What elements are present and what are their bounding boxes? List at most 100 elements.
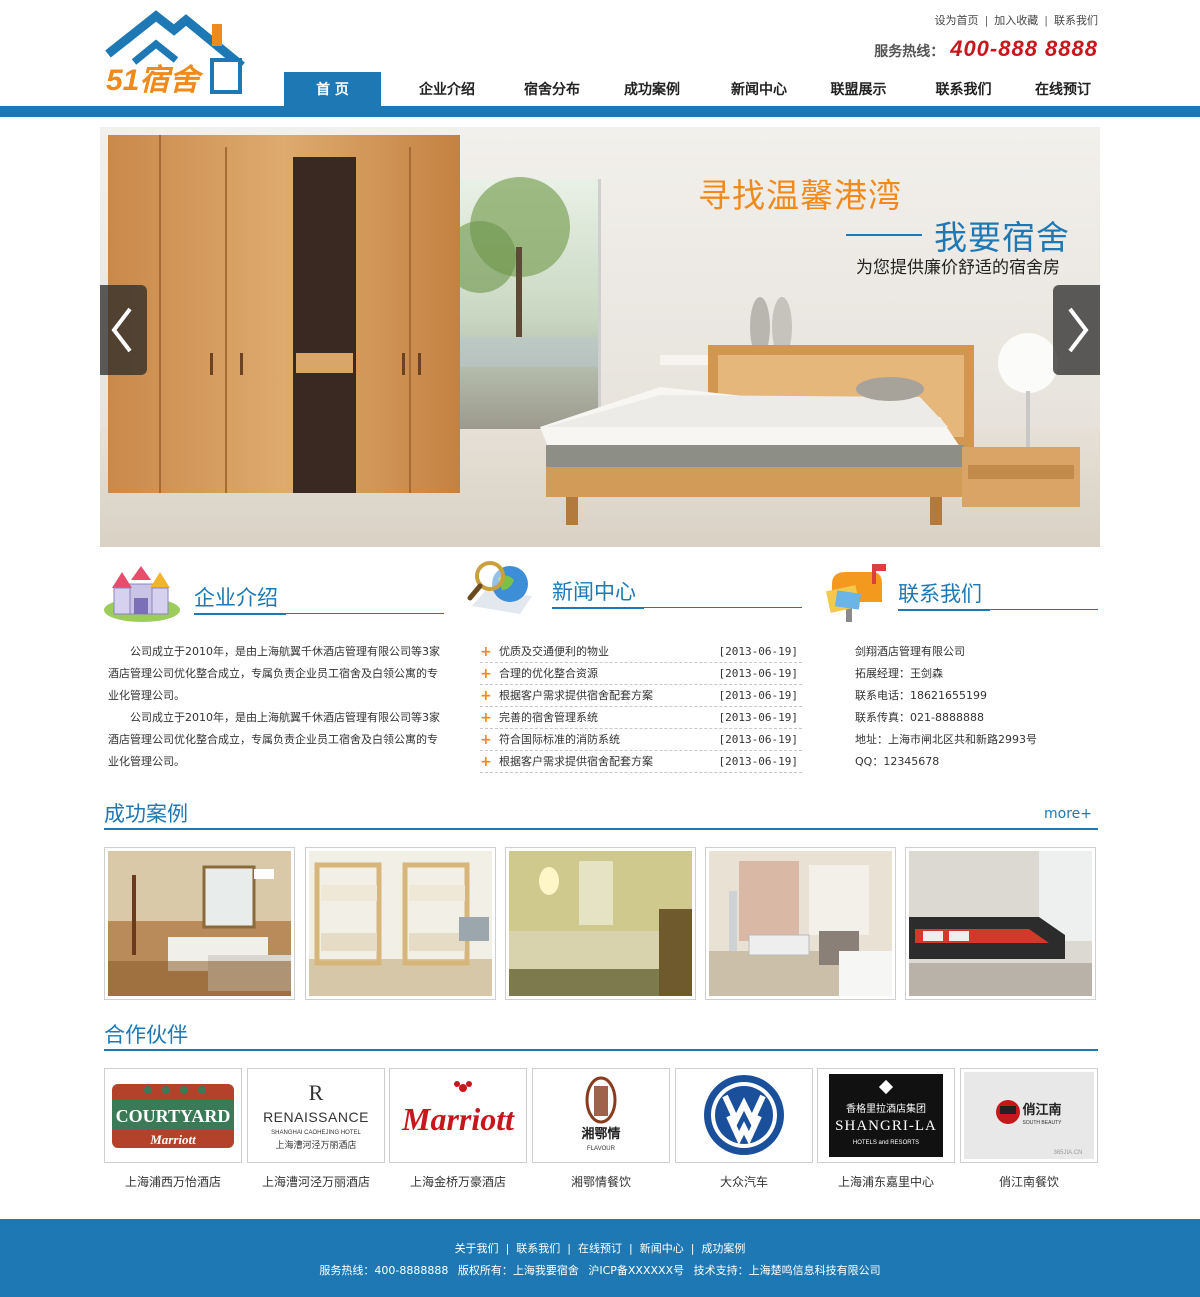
partner-card[interactable]: 俏江南 SOUTH BEAUTY 365JIA.CN 俏江南餐饮 xyxy=(960,1068,1098,1190)
nav-news-center[interactable]: 新闻中心 xyxy=(713,72,805,108)
partner-card[interactable]: Marriott 上海金桥万豪酒店 xyxy=(389,1068,527,1190)
contact-rule xyxy=(990,609,1098,610)
news-item[interactable]: + 优质及交通便利的物业 [2013-06-19] xyxy=(480,641,802,663)
plus-icon: + xyxy=(480,710,492,726)
banner-prev-button[interactable] xyxy=(100,285,147,375)
partner-card[interactable]: 湘鄂情 FLAVOUR 湘鄂情餐饮 xyxy=(532,1068,670,1190)
castle-icon xyxy=(104,566,180,622)
partner-name: 上海漕河泾万丽酒店 xyxy=(261,1175,370,1189)
case-thumbnail[interactable] xyxy=(705,847,896,1000)
case-photo xyxy=(309,851,492,996)
partner-name: 上海浦西万怡酒店 xyxy=(124,1175,221,1189)
nav-success-cases[interactable]: 成功案例 xyxy=(591,72,713,108)
about-content: 公司成立于2010年，是由上海航翼千休酒店管理有限公司等3家酒店管理公司优化整合… xyxy=(108,641,444,773)
contact-company: 剑翔酒店管理有限公司 xyxy=(855,645,965,658)
renaissance-logo-letter: R xyxy=(309,1080,324,1105)
case-photo xyxy=(108,851,291,996)
about-paragraph: 公司成立于2010年，是由上海航翼千休酒店管理有限公司等3家酒店管理公司优化整合… xyxy=(108,711,440,768)
footer-copyright: 版权所有：上海我要宿舍 xyxy=(457,1264,579,1277)
mailbox-icon xyxy=(826,564,886,622)
shangri-la-logo: 香格里拉酒店集团 SHANGRI-LA HOTELS and RESORTS xyxy=(821,1072,951,1159)
banner-next-button[interactable] xyxy=(1053,285,1100,375)
footer-icp: 沪ICP备XXXXXX号 xyxy=(588,1264,685,1277)
nav-contact[interactable]: 联系我们 xyxy=(912,72,1015,108)
news-item-date: [2013-06-19] xyxy=(718,645,798,658)
news-item-title[interactable]: 符合国际标准的消防系统 xyxy=(499,733,620,746)
nav-underline-bar xyxy=(0,106,1200,117)
nav-dorm-distribution[interactable]: 宿舍分布 xyxy=(513,72,591,108)
site-header: 51宿舍 设为首页 | 加入收藏 | 联系我们 服务热线： 400-888 8888 首… xyxy=(0,0,1200,118)
news-item[interactable]: + 符合国际标准的消防系统 [2013-06-19] xyxy=(480,729,802,751)
banner-subheadline-text: 我要宿舍 xyxy=(934,218,1070,257)
add-favorite-link[interactable]: 加入收藏 xyxy=(994,14,1038,27)
contact-address: 地址：上海市闸北区共和新路2993号 xyxy=(855,733,1037,746)
cases-more-link[interactable]: more+ xyxy=(1044,806,1092,822)
news-item-title[interactable]: 根据客户需求提供宿舍配套方案 xyxy=(499,689,653,702)
news-item-date: [2013-06-19] xyxy=(718,733,798,746)
renaissance-logo-cn: 上海漕河泾万丽酒店 xyxy=(275,1139,356,1151)
news-item[interactable]: + 根据客户需求提供宿舍配套方案 [2013-06-19] xyxy=(480,751,802,773)
news-heading: 新闻中心 xyxy=(466,560,802,620)
set-homepage-link[interactable]: 设为首页 xyxy=(935,14,979,27)
contact-manager: 拓展经理：王剑森 xyxy=(855,667,943,680)
partner-card[interactable]: 香格里拉酒店集团 SHANGRI-LA HOTELS and RESORTS 上… xyxy=(817,1068,955,1190)
partner-logo-frame: 俏江南 SOUTH BEAUTY 365JIA.CN xyxy=(960,1068,1098,1163)
cases-rule xyxy=(104,828,1098,830)
case-thumbnail[interactable] xyxy=(104,847,295,1000)
xiangeqing-logo-text: 湘鄂情 xyxy=(581,1126,620,1142)
partner-card[interactable]: R RENAISSANCE SHANGHAI CAOHEJING HOTEL 上… xyxy=(247,1068,385,1190)
shangri-la-logo-cn: 香格里拉酒店集团 xyxy=(846,1102,926,1115)
south-beauty-logo-subtext: SOUTH BEAUTY xyxy=(1023,1120,1063,1126)
chevron-left-icon xyxy=(111,307,132,353)
news-item[interactable]: + 根据客户需求提供宿舍配套方案 [2013-06-19] xyxy=(480,685,802,707)
news-item-title[interactable]: 完善的宿舍管理系统 xyxy=(499,711,598,724)
contact-info: 剑翔酒店管理有限公司 拓展经理：王剑森 联系电话：18621655199 联系传… xyxy=(855,641,1095,773)
volkswagen-logo xyxy=(679,1072,809,1159)
nav-online-booking[interactable]: 在线预订 xyxy=(1015,72,1111,108)
footer-link-about[interactable]: 关于我们 xyxy=(455,1242,499,1255)
footer-link-news[interactable]: 新闻中心 xyxy=(640,1242,684,1255)
nav-home[interactable]: 首 页 xyxy=(284,72,381,108)
banner-bedroom-image xyxy=(100,127,1100,547)
footer-link-cases[interactable]: 成功案例 xyxy=(701,1242,745,1255)
news-item[interactable]: + 完善的宿舍管理系统 [2013-06-19] xyxy=(480,707,802,729)
partner-name: 上海金桥万豪酒店 xyxy=(409,1175,506,1189)
courtyard-logo: COURTYARD Marriott xyxy=(108,1072,238,1159)
nav-company-intro[interactable]: 企业介绍 xyxy=(381,72,513,108)
case-thumbnail[interactable] xyxy=(905,847,1096,1000)
news-title: 新闻中心 xyxy=(552,580,636,604)
news-item-title[interactable]: 合理的优化整合资源 xyxy=(499,667,598,680)
plus-icon: + xyxy=(480,754,492,770)
footer-support: 技术支持：上海楚鸣信息科技有限公司 xyxy=(693,1264,881,1277)
hotline-label: 服务热线： xyxy=(874,44,945,60)
news-item[interactable]: + 合理的优化整合资源 [2013-06-19] xyxy=(480,663,802,685)
partner-card[interactable]: 大众汽车 xyxy=(675,1068,813,1190)
case-thumbnail[interactable] xyxy=(305,847,496,1000)
marriott-logo: Marriott xyxy=(393,1072,523,1159)
partner-card[interactable]: COURTYARD Marriott 上海浦西万怡酒店 xyxy=(104,1068,242,1190)
news-item-title[interactable]: 根据客户需求提供宿舍配套方案 xyxy=(499,755,653,768)
footer-links: 关于我们 | 联系我们 | 在线预订 | 新闻中心 | 成功案例 xyxy=(454,1242,746,1255)
plus-icon: + xyxy=(480,732,492,748)
plus-icon: + xyxy=(480,666,492,682)
contact-phone: 联系电话：18621655199 xyxy=(855,689,987,702)
xiangeqing-logo-subtext: FLAVOUR xyxy=(587,1146,616,1152)
site-logo[interactable]: 51宿舍 xyxy=(104,10,248,97)
nav-alliance[interactable]: 联盟展示 xyxy=(805,72,912,108)
south-beauty-logo-text: 俏江南 xyxy=(1022,1102,1061,1118)
news-item-date: [2013-06-19] xyxy=(718,667,798,680)
main-nav: 首 页 企业介绍 宿舍分布 成功案例 新闻中心 联盟展示 联系我们 在线预订 xyxy=(284,72,1111,108)
partner-name: 俏江南餐饮 xyxy=(998,1175,1059,1189)
partner-logo-frame: COURTYARD Marriott xyxy=(104,1068,242,1163)
south-beauty-logo: 俏江南 SOUTH BEAUTY 365JIA.CN xyxy=(964,1072,1094,1159)
footer-link-contact[interactable]: 联系我们 xyxy=(516,1242,560,1255)
partners-heading: 合作伙伴 xyxy=(104,1019,1098,1051)
news-item-title[interactable]: 优质及交通便利的物业 xyxy=(499,645,609,658)
contact-fax: 联系传真：021-8888888 xyxy=(855,711,984,724)
footer-link-booking[interactable]: 在线预订 xyxy=(578,1242,622,1255)
news-list: + 优质及交通便利的物业 [2013-06-19] + 合理的优化整合资源 [2013-… xyxy=(480,641,802,773)
case-thumbnail[interactable] xyxy=(505,847,696,1000)
banner-subheadline: 我要宿舍 xyxy=(846,211,1070,259)
contact-us-link[interactable]: 联系我们 xyxy=(1054,14,1098,27)
footer-info: 服务热线：400-8888888 版权所有：上海我要宿舍 沪ICP备XXXXXX… xyxy=(0,1262,1200,1278)
